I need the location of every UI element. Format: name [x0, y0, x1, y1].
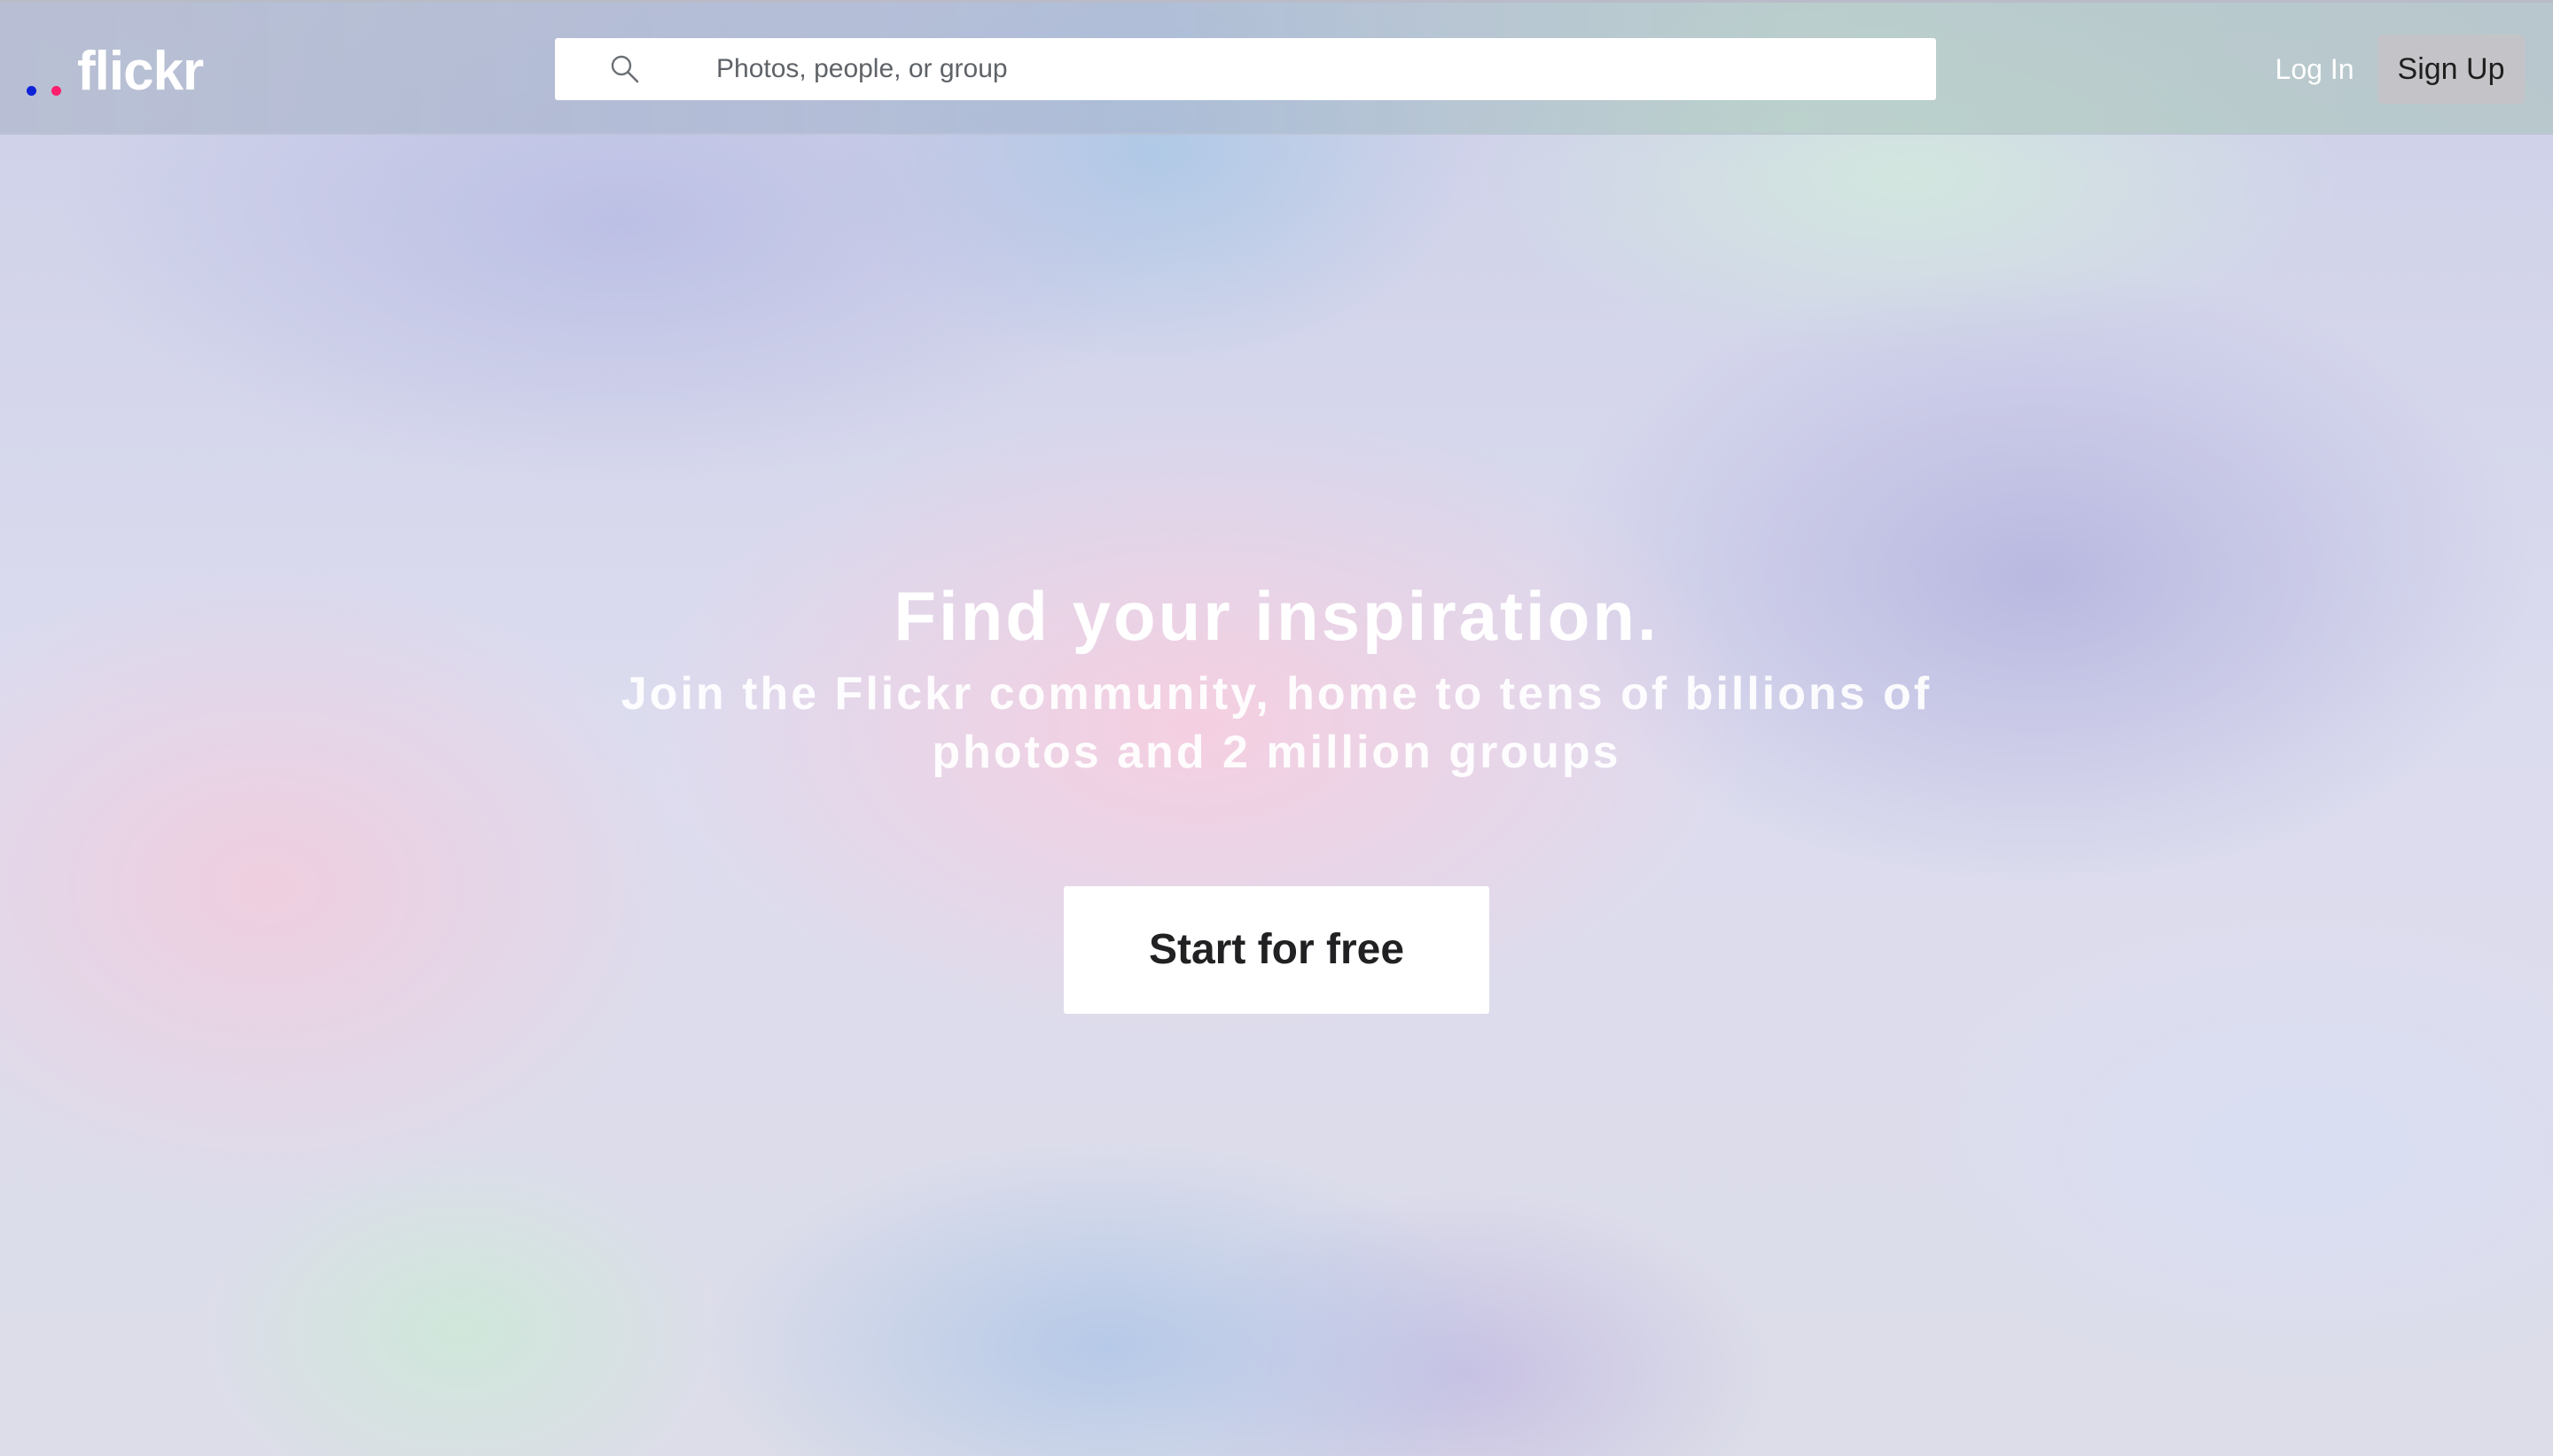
logo-blue-dot — [27, 85, 36, 96]
hero-section: Find your inspiration. Join the Flickr c… — [0, 567, 2553, 782]
page: flickr Log In Sign Up Find your inspirat… — [0, 0, 2553, 1456]
search-bar[interactable] — [555, 38, 1936, 100]
search-input[interactable] — [716, 38, 1904, 100]
hero-subtitle: Join the Flickr community, home to tens … — [621, 668, 1932, 778]
logo-text: flickr — [77, 41, 204, 102]
login-link[interactable]: Log In — [2260, 35, 2369, 104]
hero-title: Find your inspiration. — [894, 577, 1659, 655]
signup-button[interactable]: Sign Up — [2377, 35, 2525, 104]
search-icon[interactable] — [610, 54, 640, 84]
flickr-logo[interactable]: flickr — [27, 36, 204, 107]
start-for-free-button[interactable]: Start for free — [1064, 886, 1489, 1014]
logo-pink-dot — [51, 85, 61, 96]
top-navbar: flickr Log In Sign Up — [0, 3, 2553, 135]
